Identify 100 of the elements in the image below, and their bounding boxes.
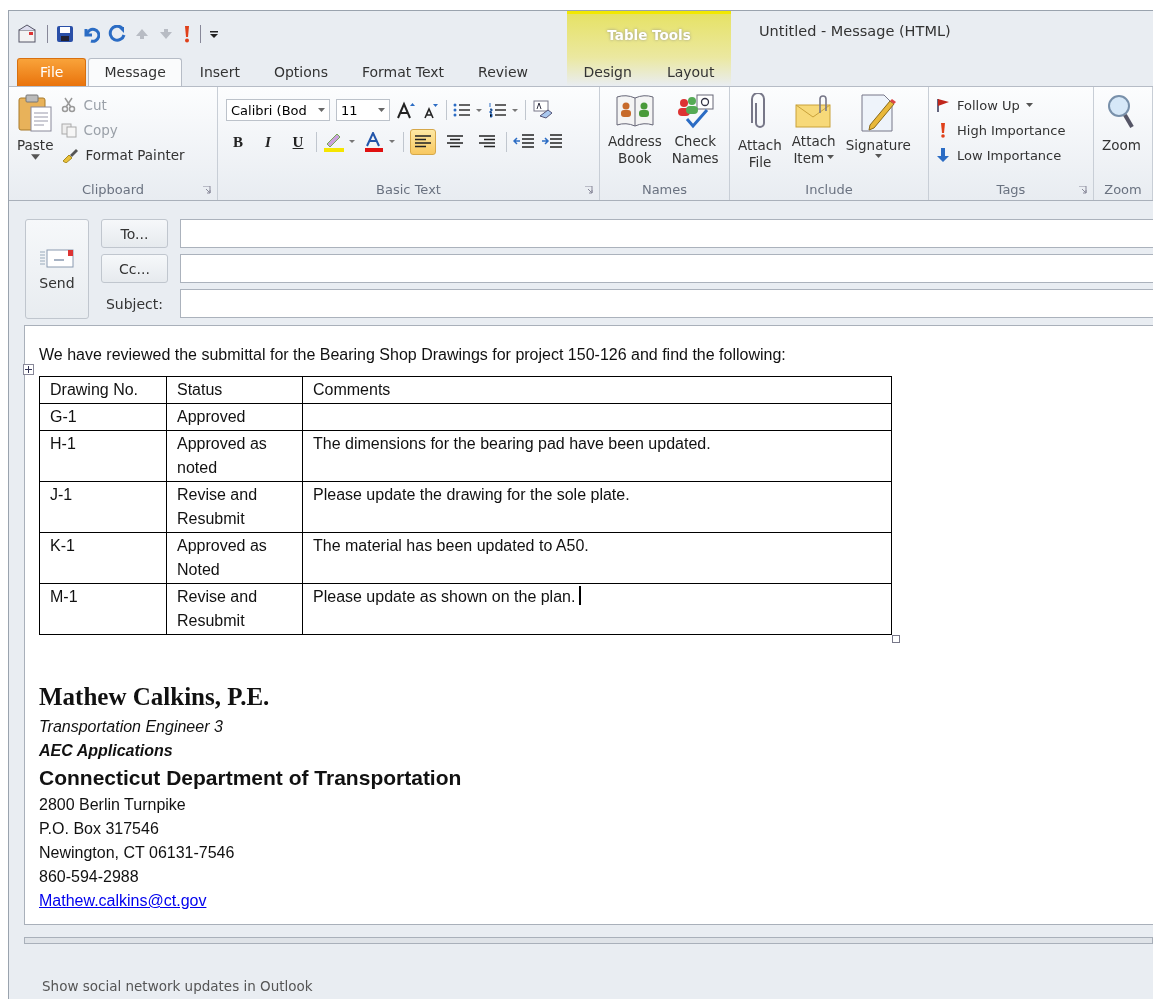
align-button[interactable]: [410, 129, 436, 155]
table-cell: Revise and Resubmit: [166, 481, 303, 533]
ribbon-tab[interactable]: Insert: [183, 58, 256, 86]
copy-icon: [61, 122, 78, 138]
signature-title: Transportation Engineer 3: [39, 717, 224, 737]
ribbon-tab[interactable]: Review: [462, 58, 545, 86]
numbered-list-icon[interactable]: [489, 102, 519, 118]
input-field[interactable]: [180, 254, 1153, 283]
group-label: Include: [805, 181, 853, 197]
input-field[interactable]: [180, 289, 1153, 318]
window-title: Untitled - Message (HTML): [758, 22, 951, 41]
font-name-field[interactable]: Calibri (Bod: [226, 99, 330, 121]
text-cursor: [579, 586, 581, 605]
align-left-icon: [414, 135, 432, 149]
table-cell: Please update as shown on the plan.: [302, 583, 892, 635]
document-pencil-icon: [858, 93, 899, 133]
down-arrow-icon: [935, 147, 951, 163]
table-cell: M-1: [39, 583, 167, 635]
signature-line: 2800 Berlin Turnpike: [39, 795, 187, 815]
move-handle-icon[interactable]: [23, 364, 34, 375]
group-label: Tags: [996, 181, 1026, 197]
address-book-icon: [614, 93, 655, 129]
social-bar-text[interactable]: Show social network updates in Outlook: [24, 978, 1153, 994]
redo-icon[interactable]: [108, 24, 126, 43]
exclamation-icon[interactable]: [182, 24, 192, 43]
format-button[interactable]: I: [256, 133, 280, 151]
ribbon-button[interactable]: Follow Up: [933, 94, 1068, 116]
table-cell: Approved as noted: [166, 430, 303, 482]
ribbon-button[interactable]: Signature: [841, 91, 915, 160]
column-header: Drawing No.: [39, 376, 167, 404]
column-header: Status: [166, 376, 303, 404]
font-size-field[interactable]: 11: [336, 99, 390, 121]
font-color-icon[interactable]: [363, 132, 397, 152]
ribbon-tab[interactable]: Format Text: [346, 58, 461, 86]
table-cell: Approved: [166, 403, 303, 431]
ribbon-tab[interactable]: Layout: [650, 58, 731, 86]
table-cell: K-1: [39, 532, 167, 584]
table-cell: G-1: [39, 403, 167, 431]
highlight-icon[interactable]: [323, 132, 357, 152]
envelope-paperclip-icon: [793, 93, 834, 129]
field-label: Subject:: [104, 295, 165, 312]
dialog-launcher-icon[interactable]: [1079, 186, 1087, 194]
email-link[interactable]: Mathew.calkins@ct.gov: [39, 892, 207, 909]
dropdown-arrow-icon: [378, 108, 385, 112]
ribbon-button[interactable]: Format Painter: [59, 144, 187, 166]
flag-icon: [935, 97, 951, 113]
ribbon-tab[interactable]: Options: [257, 58, 344, 86]
ribbon-button[interactable]: Attach Item: [787, 91, 840, 169]
group-label: Clipboard: [81, 181, 145, 197]
scissors-icon: [61, 97, 78, 113]
align-center-icon: [446, 135, 464, 149]
ribbon-button[interactable]: High Importance: [933, 119, 1068, 141]
signature-name: Mathew Calkins, P.E.: [39, 683, 271, 711]
resize-handle[interactable]: [892, 635, 900, 643]
table-cell: The material has been updated to A50.: [302, 532, 892, 584]
clipboard-icon: [17, 93, 54, 133]
send-button[interactable]: Send: [25, 219, 89, 319]
group-label: Names: [641, 181, 688, 197]
increase-indent-icon[interactable]: [541, 134, 563, 150]
zoom-button[interactable]: Zoom: [1098, 91, 1145, 156]
address-button[interactable]: To...: [101, 219, 168, 248]
table-cell: Revise and Resubmit: [166, 583, 303, 635]
body-text: We have reviewed the submittal for the Bearing Shop Drawings for project 150-126 and find the following:: [39, 346, 787, 364]
format-button[interactable]: U: [286, 133, 310, 151]
dropdown-arrow-icon: [318, 108, 325, 112]
ribbon-tab[interactable]: Message: [88, 58, 182, 86]
input-field[interactable]: [180, 219, 1153, 248]
bullet-list-icon[interactable]: [453, 102, 483, 118]
save-icon[interactable]: [56, 24, 74, 43]
ribbon-button[interactable]: Low Importance: [933, 144, 1068, 166]
align-right-icon: [478, 135, 496, 149]
envelope-icon: [39, 247, 75, 269]
table-cell: H-1: [39, 430, 167, 482]
group-label: Zoom: [1104, 181, 1142, 197]
column-header: Comments: [302, 376, 892, 404]
ribbon-tab[interactable]: Design: [567, 58, 648, 86]
clear-formatting-icon[interactable]: [532, 100, 554, 120]
signature-agency: Connecticut Department of Transportation: [39, 765, 463, 791]
envelope-icon[interactable]: [17, 23, 39, 44]
table-cell: Please update the drawing for the sole plate.: [302, 481, 892, 533]
paste-button[interactable]: Paste: [13, 91, 58, 162]
signature-line: 860-594-2988: [39, 867, 140, 887]
table-cell: J-1: [39, 481, 167, 533]
ribbon-button[interactable]: Attach File: [734, 91, 786, 173]
paintbrush-icon: [61, 147, 80, 163]
format-button[interactable]: B: [226, 133, 250, 151]
table-cell: Approved as Noted: [166, 532, 303, 584]
contextual-tab-label: Table Tools: [606, 26, 692, 45]
signature-line: P.O. Box 317546: [39, 819, 160, 839]
ribbon-button[interactable]: Check Names: [667, 91, 723, 169]
address-button[interactable]: Cc...: [101, 254, 168, 283]
dialog-launcher-icon[interactable]: [585, 186, 593, 194]
signature-line: Newington, CT 06131-7546: [39, 843, 236, 863]
dialog-launcher-icon[interactable]: [203, 186, 211, 194]
shrink-font-icon[interactable]: [422, 101, 440, 119]
table-cell: The dimensions for the bearing pad have been updated.: [302, 430, 892, 482]
decrease-indent-icon[interactable]: [513, 134, 535, 150]
ribbon-button[interactable]: Address Book: [604, 91, 666, 169]
grow-font-icon[interactable]: [396, 101, 416, 119]
group-label: Basic Text: [376, 181, 441, 197]
